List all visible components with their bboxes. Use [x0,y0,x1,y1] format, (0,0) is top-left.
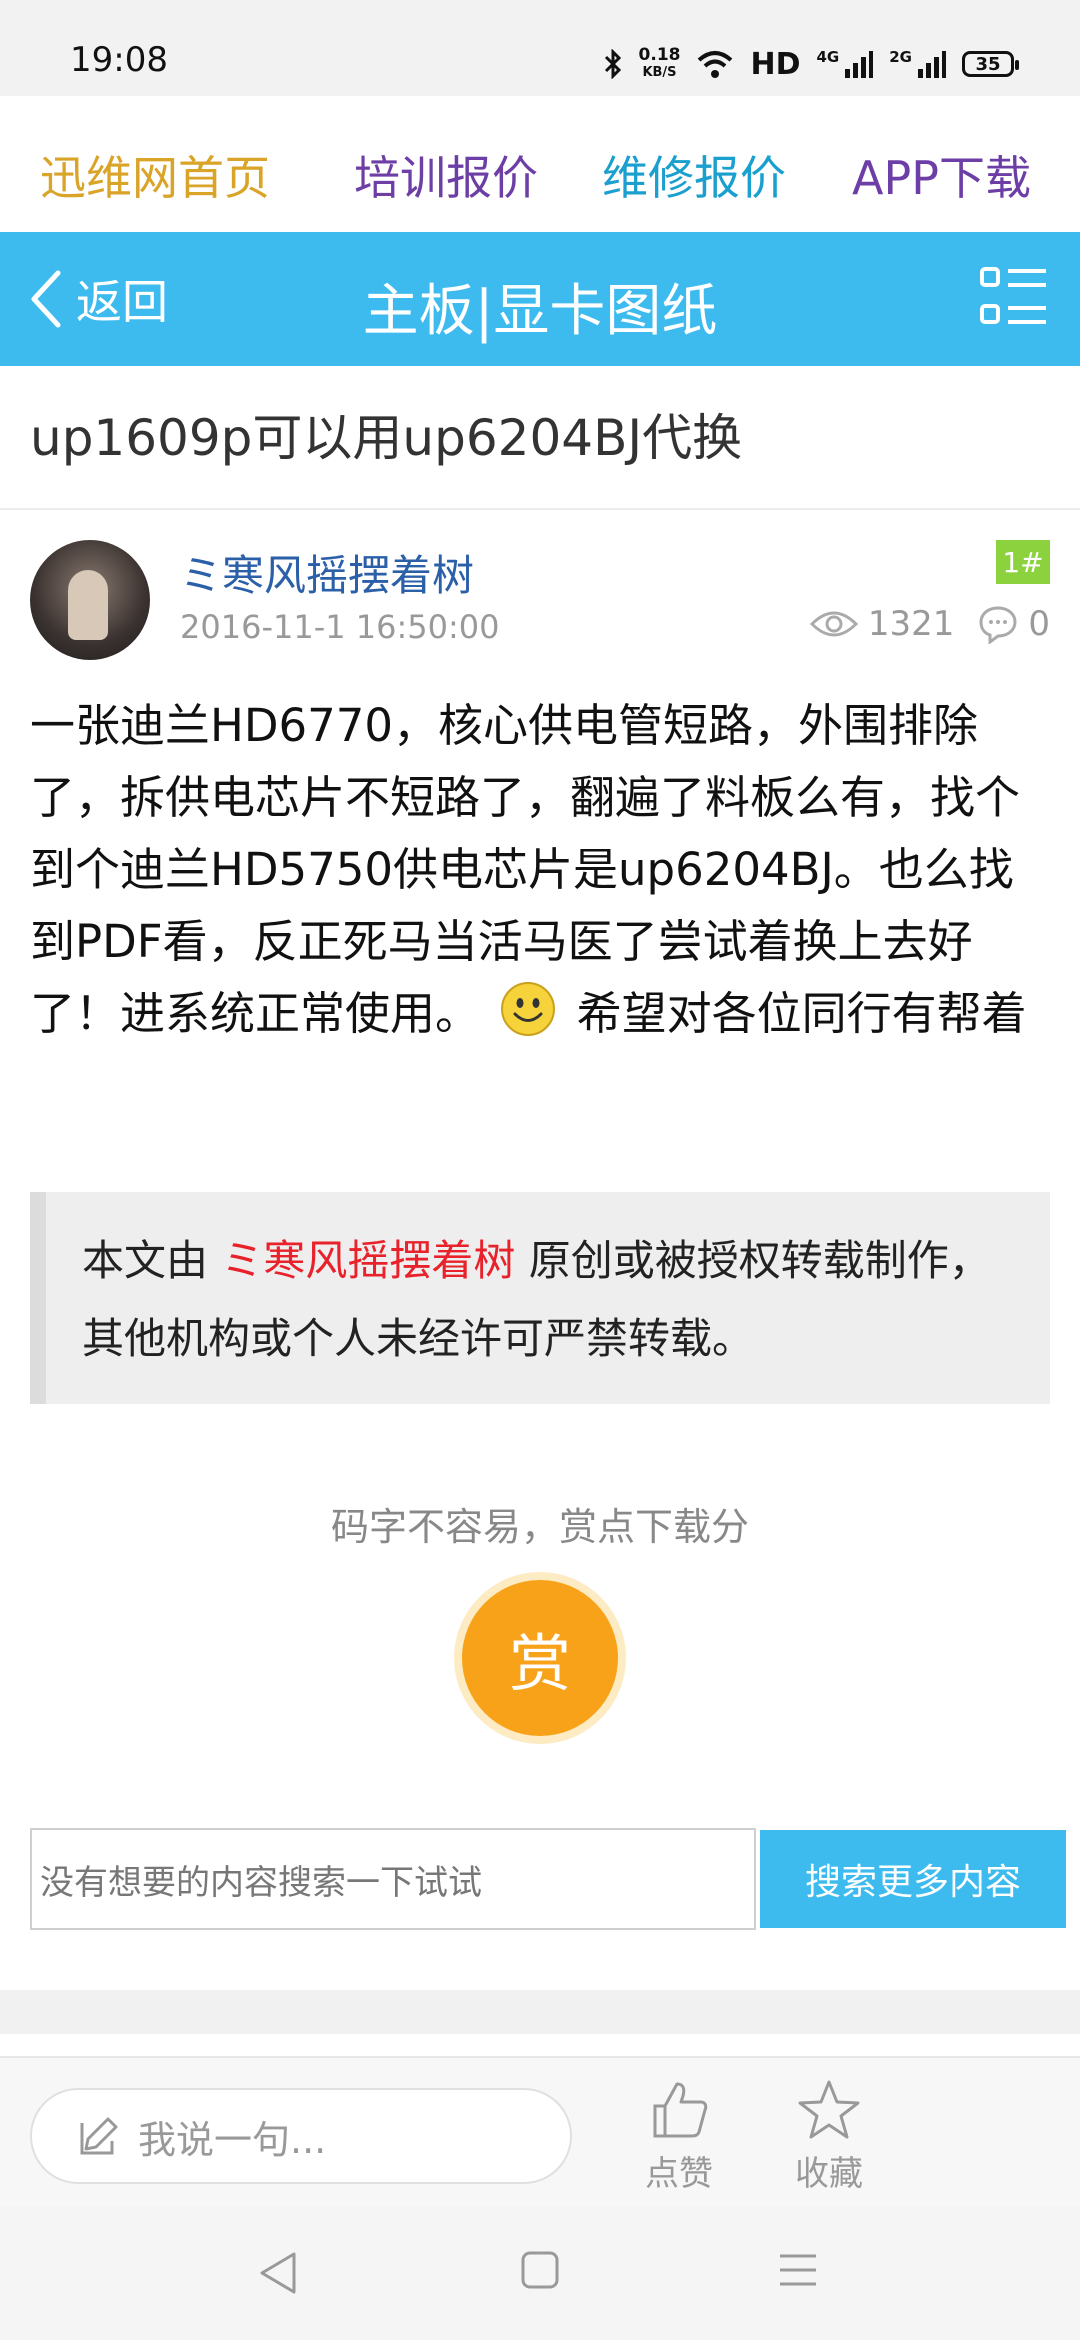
body-text-end: 希望对各位同行有帮着 [576,987,1027,1040]
smiley-icon [501,982,556,1036]
wifi-icon [698,51,733,78]
signal-icon [918,51,946,78]
comment-placeholder: 我说一句... [138,2117,327,2162]
comment-input[interactable]: 我说一句... [30,2088,572,2184]
article-title: up1609p可以用up6204BJ代换 [30,409,743,467]
author-name[interactable]: ミ寒风摇摆着树 [180,542,474,603]
status-icons: 0.18 KB/S HD 4G 2G 35 [603,44,1019,84]
reward-hint: 码字不容易，赏点下载分 [330,1505,749,1549]
nav-home-link[interactable]: 迅维网首页 [40,142,270,208]
avatar[interactable] [30,540,150,660]
search-more-button[interactable]: 搜索更多内容 [760,1830,1066,1928]
thumbs-up-icon [653,2082,708,2138]
menu-lines-icon[interactable] [778,2250,818,2290]
comment-icon [979,606,1017,644]
sim2-type: 2G [889,48,912,66]
sim1-type: 4G [816,48,840,66]
search-placeholder: 没有想要的内容搜索一下试试 [40,1862,482,1903]
signal-icon [845,51,874,78]
system-nav-bar [0,2206,1080,2340]
star-icon [798,2080,860,2139]
eye-icon [809,611,858,637]
battery-icon: 35 [962,51,1019,77]
page-title: 主板|显卡图纸 [362,279,718,344]
status-time: 19:08 [70,40,168,80]
hd-indicator: HD [750,46,801,82]
nav-repair-link[interactable]: 维修报价 [602,142,786,208]
home-square-icon[interactable] [520,2250,560,2290]
edit-icon [80,2117,118,2155]
avatar-figure [68,570,108,640]
title-bar: 返回 主板|显卡图纸 [0,232,1080,366]
like-label: 点赞 [645,2154,713,2194]
copyright-notice: 本文由 ミ寒风摇摆着树 原创或被授权转载制作，其他机构或个人未经许可严禁转载。 [30,1192,1050,1404]
view-count: 1321 [867,604,955,644]
post-time: 2016-11-1 16:50:00 [180,608,500,646]
back-triangle-icon[interactable] [258,2250,298,2296]
nav-app-link[interactable]: APP下载 [852,142,1031,208]
article-body: 一张迪兰HD6770，核心供电管短路，外围排除了，拆供电芯片不短路了，翻遍了料板… [30,690,1050,1050]
notice-prefix: 本文由 [82,1236,222,1285]
network-speed: 0.18 KB/S [638,45,681,81]
notice-author[interactable]: ミ寒风摇摆着树 [221,1236,515,1285]
comment-count: 0 [1028,604,1050,644]
reward-button[interactable]: 赏 [462,1580,618,1736]
nav-training-link[interactable]: 培训报价 [354,142,538,208]
favorite-label: 收藏 [795,2154,863,2194]
floor-badge: 1# [996,540,1050,584]
section-separator [0,1990,1080,2034]
bluetooth-icon [604,49,621,79]
like-button[interactable]: 点赞 [624,2078,734,2195]
status-bar: 19:08 0.18 KB/S HD 4G 2G 35 [0,0,1080,96]
list-menu-icon[interactable] [980,266,1048,326]
search-input[interactable]: 没有想要的内容搜索一下试试 [30,1828,756,1930]
bottom-action-bar: 我说一句... 点赞 收藏 [0,2056,1080,2206]
favorite-button[interactable]: 收藏 [774,2078,884,2195]
post-stats: 1321 0 [809,604,1050,644]
top-nav: 迅维网首页 培训报价 维修报价 APP下载 [0,96,1080,232]
divider [0,508,1080,510]
